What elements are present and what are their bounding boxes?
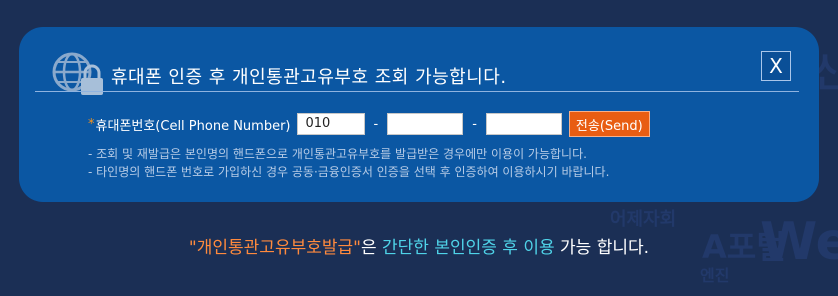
notice-item: - 타인명의 핸드폰 번호로 가입하신 경우 공동·금융인증서 인증을 선택 후…: [88, 165, 610, 179]
phone-label: 휴대폰번호(Cell Phone Number): [95, 118, 291, 134]
background-word: 어제자회: [610, 209, 677, 230]
separator: -: [472, 116, 477, 132]
phone-form: * 휴대폰번호(Cell Phone Number) 010 - - 전송(Se…: [88, 111, 650, 137]
notice-list: - 조회 및 재발급은 본인명의 핸드폰으로 개인통관고유부호를 발급받은 경우…: [88, 145, 609, 181]
footer-quote: "개인통관고유부호발급": [188, 238, 361, 258]
background-word: 엔진: [700, 266, 730, 285]
footer-message: "개인통관고유부호발급"은 간단한 본인인증 후 이용 가능 합니다.: [0, 233, 838, 258]
required-mark: *: [88, 116, 95, 132]
footer-text: 가능 합니다.: [554, 238, 650, 258]
modal-title: 휴대폰 인증 후 개인통관고유부호 조회 가능합니다.: [111, 67, 507, 88]
footer-text: 은: [360, 238, 383, 258]
notice-item: - 조회 및 재발급은 본인명의 핸드폰으로 개인통관고유부호를 발급받은 경우…: [88, 147, 587, 161]
footer-highlight: 간단한 본인인증 후 이용: [382, 238, 555, 258]
phone-prefix-select[interactable]: 010: [296, 113, 365, 135]
send-button[interactable]: 전송(Send): [568, 111, 650, 137]
close-button[interactable]: X: [761, 51, 791, 81]
separator: -: [373, 116, 379, 132]
phone-last-input[interactable]: [485, 113, 562, 135]
divider: [35, 91, 799, 92]
close-icon: X: [769, 54, 783, 78]
auth-modal: 휴대폰 인증 후 개인통관고유부호 조회 가능합니다. X * 휴대폰번호(Ce…: [19, 27, 819, 202]
phone-middle-input[interactable]: [387, 113, 464, 135]
